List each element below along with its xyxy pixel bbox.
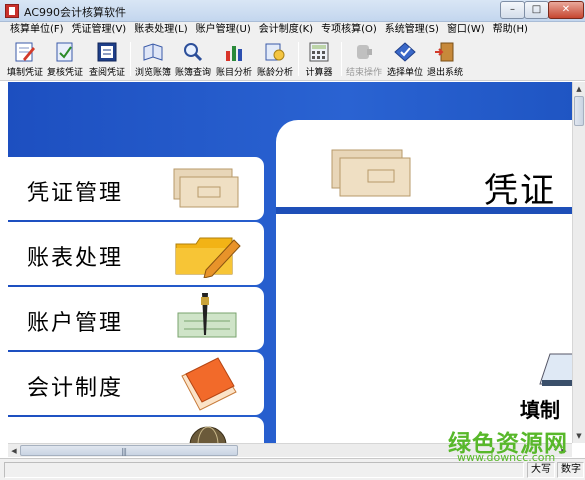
voucher-cards-icon [173,168,239,208]
select-unit-button[interactable]: 选择单位 [384,38,426,81]
toolbar: 填制凭证 复核凭证 查阅凭证 浏览账簿 账簿查询 账目分析 账龄分析 计算器 结… [0,38,585,81]
menu-voucher[interactable]: 凭证管理(V) [68,22,131,38]
check-document-icon [56,42,73,62]
module-label: 账户管理 [27,311,124,336]
scroll-left-arrow[interactable]: ◀ [8,444,20,458]
menu-accounting-system[interactable]: 会计制度(K) [255,22,317,38]
panel-title: 凭证 [484,171,556,211]
module-label: 凭证管理 [27,181,124,206]
search-magnifier-icon [184,43,203,62]
close-button[interactable]: ✕ [548,1,584,19]
end-operation-button[interactable]: 结束操作 [343,38,385,81]
menu-system[interactable]: 系统管理(S) [381,22,443,38]
title-bar: AC990会计核算软件 – □ ✕ [0,0,585,22]
aging-analysis-icon [265,43,285,61]
module-partial[interactable] [8,417,264,443]
menu-bar: 核算单位(F) 凭证管理(V) 账表处理(L) 账户管理(U) 会计制度(K) … [0,22,585,38]
pen-checks-icon [177,293,237,338]
menu-help[interactable]: 帮助(H) [489,22,532,38]
book-icon [539,353,572,386]
notebook-icon [181,357,237,411]
fill-voucher-button[interactable]: 填制凭证 [4,38,46,81]
status-message-pane [4,462,524,478]
query-ledger-button[interactable]: 账簿查询 [172,38,214,81]
menu-ledger[interactable]: 账表处理(L) [130,22,191,38]
toolbar-separator [298,42,299,76]
status-capslock-pane: 大写 [527,462,555,478]
bar-chart-icon [226,46,242,61]
status-numlock-pane: 数字 [557,462,584,478]
vertical-scrollbar[interactable]: ▲ ▼ [572,82,585,443]
menu-account[interactable]: 账户管理(U) [192,22,255,38]
ledger-book-icon [143,43,163,61]
module-accounting-system[interactable]: 会计制度 [8,352,264,415]
scroll-down-arrow[interactable]: ▼ [573,429,585,443]
module-ledger-processing[interactable]: 账表处理 [8,222,264,285]
folder-pencil-icon [175,237,241,278]
horizontal-scroll-thumb[interactable]: ||| [20,445,238,456]
scroll-up-arrow[interactable]: ▲ [573,82,585,96]
toolbar-separator [130,42,131,76]
toolbar-separator [341,42,342,76]
view-document-icon [97,42,117,62]
calculator-icon [309,42,329,62]
globe-icon [189,426,227,443]
browse-ledger-button[interactable]: 浏览账簿 [132,38,174,81]
calculator-button[interactable]: 计算器 [300,38,338,81]
review-voucher-button[interactable]: 复核凭证 [44,38,86,81]
select-unit-icon [394,42,416,62]
account-analysis-button[interactable]: 账目分析 [213,38,255,81]
module-label: 账表处理 [27,246,124,271]
exit-door-icon [435,42,454,62]
voucher-cards-icon [331,149,411,197]
module-label: 会计制度 [27,376,124,401]
view-voucher-button[interactable]: 查阅凭证 [86,38,128,81]
minimize-button[interactable]: – [500,1,525,19]
module-account-management[interactable]: 账户管理 [8,287,264,350]
exit-system-button[interactable]: 退出系统 [424,38,466,81]
window-title: AC990会计核算软件 [24,6,127,19]
menu-special[interactable]: 专项核算(O) [317,22,381,38]
menu-accounting-unit[interactable]: 核算单位(F) [6,22,68,38]
pen-icon [15,42,35,62]
maximize-button[interactable]: □ [524,1,549,19]
main-content: 凭证管理 账表处理 账户管理 会计制度 凭证 填制 [8,82,572,443]
scroll-grip: ||| [121,447,127,456]
module-voucher-management[interactable]: 凭证管理 [8,157,264,220]
watermark-url: www.downcc.com [457,451,556,464]
vertical-scroll-thumb[interactable] [574,96,584,126]
menu-window[interactable]: 窗口(W) [443,22,489,38]
panel-subtitle: 填制 [520,398,560,422]
app-icon [5,4,19,18]
end-operation-icon [357,45,372,59]
aging-analysis-button[interactable]: 账龄分析 [254,38,296,81]
